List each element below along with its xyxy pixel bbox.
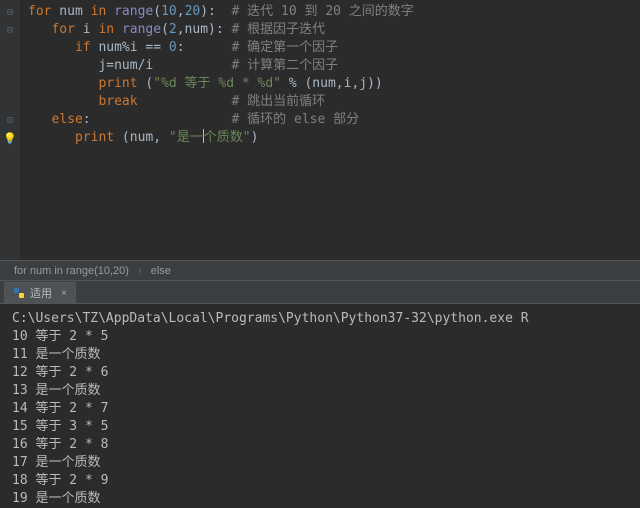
close-icon[interactable]: ×	[61, 288, 67, 299]
code-line[interactable]: if num%i == 0: # 确定第一个因子	[28, 39, 414, 57]
terminal-output[interactable]: C:\Users\TZ\AppData\Local\Programs\Pytho…	[0, 304, 640, 508]
hint-bulb-icon[interactable]: 💡	[0, 129, 20, 147]
breadcrumb: for num in range(10,20) › else	[0, 260, 640, 280]
fold-icon[interactable]: ⊟	[0, 111, 20, 129]
fold-icon[interactable]: ⊟	[0, 3, 20, 21]
fold-icon	[0, 93, 20, 111]
code-line[interactable]: print (num, "是一个质数")	[28, 129, 414, 147]
code-line[interactable]: break # 跳出当前循环	[28, 93, 414, 111]
editor-area: ⊟⊟⊟💡 for num in range(10,20): # 迭代 10 到 …	[0, 0, 640, 260]
breadcrumb-separator: ›	[132, 265, 148, 277]
breadcrumb-item[interactable]: else	[151, 265, 171, 277]
run-tab[interactable]: 适用 ×	[4, 282, 76, 303]
fold-icon	[0, 57, 20, 75]
run-tab-bar: 适用 ×	[0, 280, 640, 304]
code-line[interactable]: else: # 循环的 else 部分	[28, 111, 414, 129]
gutter: ⊟⊟⊟💡	[0, 0, 20, 260]
fold-icon[interactable]: ⊟	[0, 21, 20, 39]
fold-icon	[0, 75, 20, 93]
code-line[interactable]: j=num/i # 计算第二个因子	[28, 57, 414, 75]
fold-icon	[0, 39, 20, 57]
run-tab-label: 适用	[30, 285, 52, 301]
code-line[interactable]: for num in range(10,20): # 迭代 10 到 20 之间…	[28, 3, 414, 21]
code-line[interactable]: for i in range(2,num): # 根据因子迭代	[28, 21, 414, 39]
code-editor[interactable]: for num in range(10,20): # 迭代 10 到 20 之间…	[20, 0, 422, 260]
python-icon	[13, 287, 25, 299]
breadcrumb-item[interactable]: for num in range(10,20)	[14, 265, 129, 277]
code-line[interactable]: print ("%d 等于 %d * %d" % (num,i,j))	[28, 75, 414, 93]
